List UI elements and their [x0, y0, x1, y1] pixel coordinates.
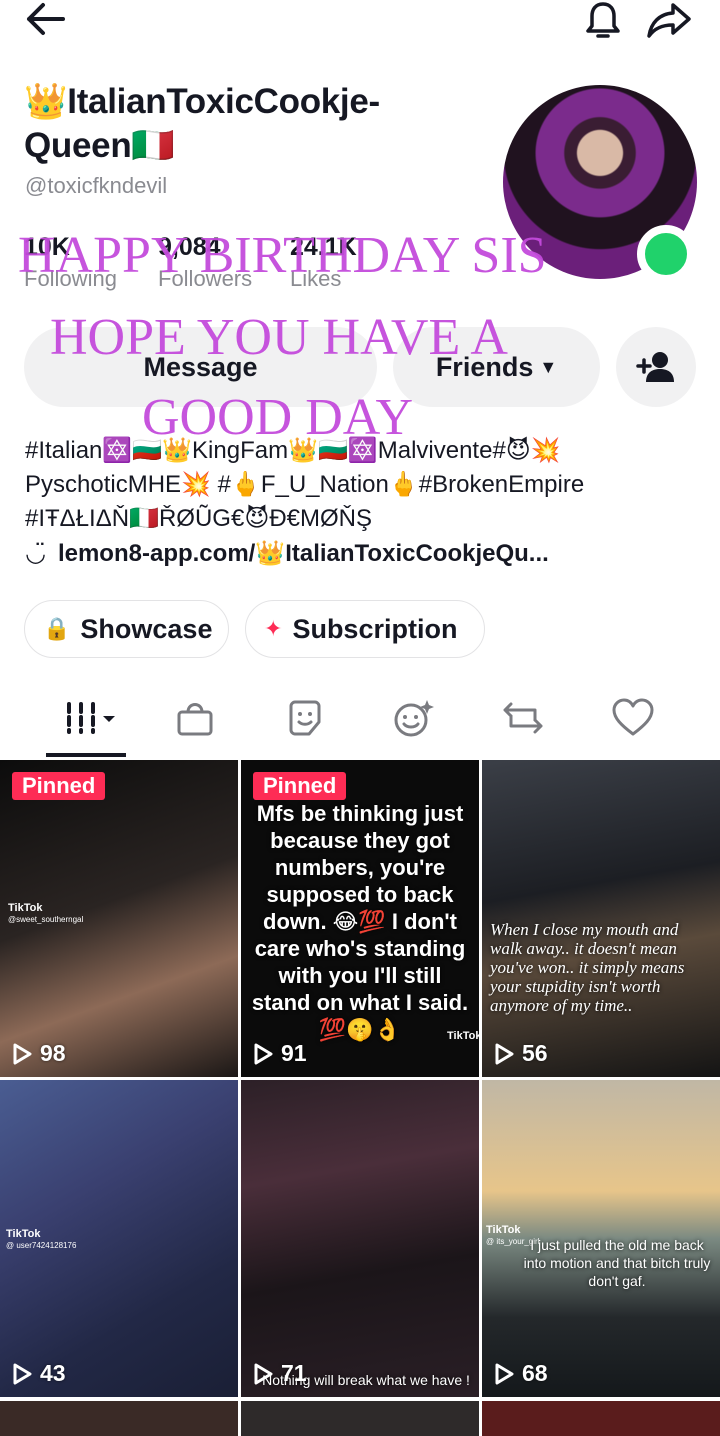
view-count-text: 68 — [522, 1360, 548, 1386]
tab-stickers[interactable] — [270, 688, 340, 748]
video-grid: Pinned TikTok @sweet_southerngal 98 Pinne… — [0, 760, 720, 1436]
followers-count: 9,084 — [158, 233, 221, 261]
caret-down-icon: ▼ — [539, 356, 558, 377]
avatar[interactable] — [503, 85, 697, 283]
following-label: Following — [24, 266, 117, 291]
sticker-icon — [289, 700, 321, 736]
heart-icon — [612, 698, 654, 736]
videos-grid-icon — [67, 702, 115, 734]
tiktok-watermark: TikTok @ user7424128176 — [6, 1228, 76, 1252]
tab-liked[interactable] — [598, 688, 668, 748]
bell-icon — [586, 2, 620, 38]
message-label: Message — [143, 351, 258, 382]
share-arrow-icon — [647, 3, 691, 38]
likes-label: Likes — [290, 266, 342, 291]
play-icon — [254, 1043, 273, 1064]
play-icon — [13, 1043, 32, 1064]
view-count-text: 91 — [281, 1040, 307, 1066]
username: @toxicfkndevil — [25, 173, 168, 198]
pinned-badge: Pinned — [12, 772, 106, 800]
lock-bag-icon: 🔒 — [43, 616, 71, 641]
watermark-text: TikTok — [6, 1228, 41, 1240]
subscription-star-icon: ✦ — [264, 616, 283, 641]
video-thumbnail[interactable] — [0, 1401, 238, 1436]
tab-favorites[interactable] — [378, 688, 448, 748]
share-button[interactable] — [644, 0, 694, 40]
tab-reposts[interactable] — [488, 688, 558, 748]
link-smile-icon: ◡̈ — [25, 540, 46, 567]
bio-line: #IŦΔŁIΔŇ🇮🇹ŘØŨG€😈Đ€MØŇŞ — [25, 505, 373, 532]
video-thumbnail[interactable] — [482, 1401, 720, 1436]
view-count: 68 — [494, 1360, 548, 1387]
pinned-badge: Pinned — [253, 772, 347, 800]
play-icon — [495, 1043, 514, 1064]
tab-shop[interactable] — [160, 688, 230, 748]
view-count: 98 — [12, 1040, 66, 1067]
play-icon — [495, 1363, 514, 1384]
view-count: 71 — [253, 1360, 307, 1387]
stat-followers[interactable]: 9,084 Followers — [158, 232, 252, 296]
watermark-text: TikTok — [8, 902, 43, 914]
view-count-text: 98 — [40, 1040, 66, 1066]
profile-link-text: lemon8-app.com/👑ItalianToxicCookjeQu... — [57, 540, 549, 567]
add-person-icon — [636, 352, 674, 382]
friends-button[interactable]: Friends ▼ — [393, 327, 600, 407]
subscription-label: Subscription — [292, 613, 458, 644]
bio-line: #Italian🔯🇧🇬👑KingFam👑🇧🇬🔯Malvivente#😈💥 — [25, 437, 561, 464]
video-caption: Mfs be thinking just because they got nu… — [251, 801, 469, 1042]
view-count: 43 — [12, 1360, 66, 1387]
video-thumbnail[interactable]: Pinned Mfs be thinking just because they… — [241, 760, 479, 1077]
shop-bag-icon — [177, 703, 213, 736]
tiktok-watermark: TikTok — [447, 1030, 479, 1042]
profile-link[interactable]: ◡̈ lemon8-app.com/👑ItalianToxicCookjeQu.… — [25, 539, 549, 568]
bio-line: PyschoticMHE💥 #🖕F_U_Nation🖕#BrokenEmpire — [25, 471, 585, 498]
following-count: 10K — [24, 233, 70, 261]
add-friend-button[interactable] — [616, 327, 696, 407]
view-count-text: 56 — [522, 1040, 548, 1066]
play-icon — [254, 1363, 273, 1384]
tab-videos[interactable] — [56, 688, 126, 748]
subscription-button[interactable]: ✦ Subscription — [245, 600, 485, 658]
bio: #Italian🔯🇧🇬👑KingFam👑🇧🇬🔯Malvivente#😈💥 Pys… — [25, 434, 705, 536]
video-thumbnail[interactable]: TikTok @ its_your_girl I just pulled the … — [482, 1080, 720, 1397]
video-thumbnail[interactable]: TikTok @ user7424128176 43 — [0, 1080, 238, 1397]
showcase-label: Showcase — [80, 613, 213, 644]
play-icon — [13, 1363, 32, 1384]
top-bar — [0, 0, 720, 44]
watermark-user: @ user7424128176 — [6, 1241, 77, 1250]
view-count: 56 — [494, 1040, 548, 1067]
notifications-button[interactable] — [580, 0, 626, 42]
view-count-text: 43 — [40, 1360, 66, 1386]
video-thumbnail[interactable]: When I close my mouth and walk away.. it… — [482, 760, 720, 1077]
stat-following[interactable]: 10K Following — [24, 232, 117, 296]
message-button[interactable]: Message — [24, 327, 377, 407]
view-count: 91 — [253, 1040, 307, 1067]
video-thumbnail[interactable]: Pinned TikTok @sweet_southerngal 98 — [0, 760, 238, 1077]
back-button[interactable] — [22, 0, 68, 38]
face-sparkle-icon — [394, 700, 434, 737]
tiktok-watermark: TikTok @sweet_southerngal — [8, 902, 83, 926]
active-tab-indicator — [46, 753, 126, 757]
repost-icon — [503, 702, 543, 734]
stat-likes[interactable]: 24.1K Likes — [290, 232, 357, 296]
showcase-button[interactable]: 🔒 Showcase — [24, 600, 229, 658]
online-status-dot — [637, 225, 695, 283]
video-caption: I just pulled the old me back into motio… — [523, 1237, 711, 1289]
watermark-user: @sweet_southerngal — [8, 915, 84, 924]
followers-label: Followers — [158, 266, 253, 291]
video-caption: When I close my mouth and walk away.. it… — [490, 920, 685, 1015]
profile-stats: 10K Following 9,084 Followers 24.1K Like… — [24, 232, 444, 296]
likes-count: 24.1K — [290, 233, 357, 261]
display-name: 👑ItalianToxicCookje-Queen🇮🇹 — [24, 82, 380, 165]
friends-label: Friends — [435, 351, 534, 382]
arrow-left-icon — [27, 3, 65, 35]
watermark-text: TikTok — [447, 1030, 479, 1042]
view-count-text: 71 — [281, 1360, 307, 1386]
watermark-text: TikTok — [486, 1224, 521, 1236]
video-thumbnail[interactable]: Nothing will break what we have ! 71 — [241, 1080, 479, 1397]
video-thumbnail[interactable] — [241, 1401, 479, 1436]
content-tabs — [0, 688, 720, 758]
